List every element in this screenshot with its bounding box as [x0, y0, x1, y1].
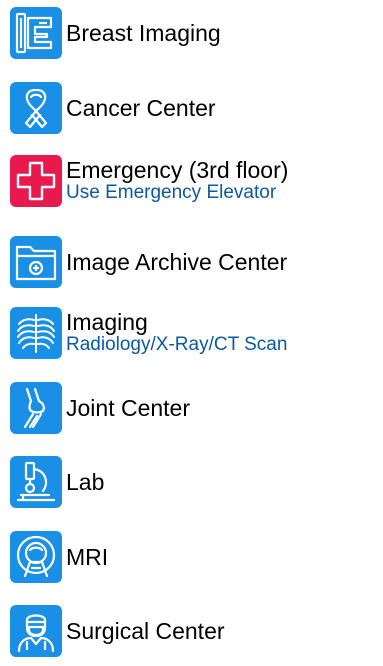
- department-name: Cancer Center: [66, 95, 216, 121]
- department-name: Breast Imaging: [66, 20, 221, 46]
- department-imaging[interactable]: Imaging Radiology/X-Ray/CT Scan: [10, 307, 287, 359]
- department-labels: Cancer Center: [66, 95, 216, 121]
- knee-joint-icon: [10, 382, 62, 434]
- department-name: MRI: [66, 544, 109, 570]
- department-labels: Surgical Center: [66, 618, 225, 644]
- department-labels: Joint Center: [66, 395, 190, 421]
- department-image-archive-center[interactable]: Image Archive Center: [10, 236, 287, 288]
- department-labels: Emergency (3rd floor) Use Emergency Elev…: [66, 158, 288, 204]
- department-name: Emergency (3rd floor): [66, 157, 289, 183]
- department-name: Joint Center: [66, 395, 191, 421]
- folder-archive-icon: [10, 236, 62, 288]
- department-breast-imaging[interactable]: Breast Imaging: [10, 7, 221, 59]
- department-surgical-center[interactable]: Surgical Center: [10, 605, 225, 657]
- department-labels: Imaging Radiology/X-Ray/CT Scan: [66, 310, 287, 356]
- department-name: Image Archive Center: [66, 249, 288, 275]
- department-lab[interactable]: Lab: [10, 456, 104, 508]
- surgeon-icon: [10, 605, 62, 657]
- department-name: Surgical Center: [66, 618, 225, 644]
- department-subtitle: Use Emergency Elevator: [66, 182, 277, 203]
- mri-scanner-icon: [10, 531, 62, 583]
- microscope-icon: [10, 456, 62, 508]
- department-labels: Breast Imaging: [66, 20, 221, 46]
- department-cancer-center[interactable]: Cancer Center: [10, 82, 216, 134]
- awareness-ribbon-icon: [10, 82, 62, 134]
- department-mri[interactable]: MRI: [10, 531, 108, 583]
- mammography-icon: [10, 7, 62, 59]
- department-name: Imaging: [66, 309, 148, 335]
- medical-cross-icon: [10, 155, 62, 207]
- ribcage-xray-icon: [10, 307, 62, 359]
- department-emergency[interactable]: Emergency (3rd floor) Use Emergency Elev…: [10, 155, 288, 207]
- department-labels: MRI: [66, 544, 108, 570]
- department-directory: Breast Imaging Cancer Center Emergency (…: [0, 0, 383, 666]
- department-joint-center[interactable]: Joint Center: [10, 382, 190, 434]
- department-name: Lab: [66, 469, 105, 495]
- department-labels: Image Archive Center: [66, 249, 287, 275]
- department-labels: Lab: [66, 469, 104, 495]
- department-subtitle: Radiology/X-Ray/CT Scan: [66, 334, 288, 355]
